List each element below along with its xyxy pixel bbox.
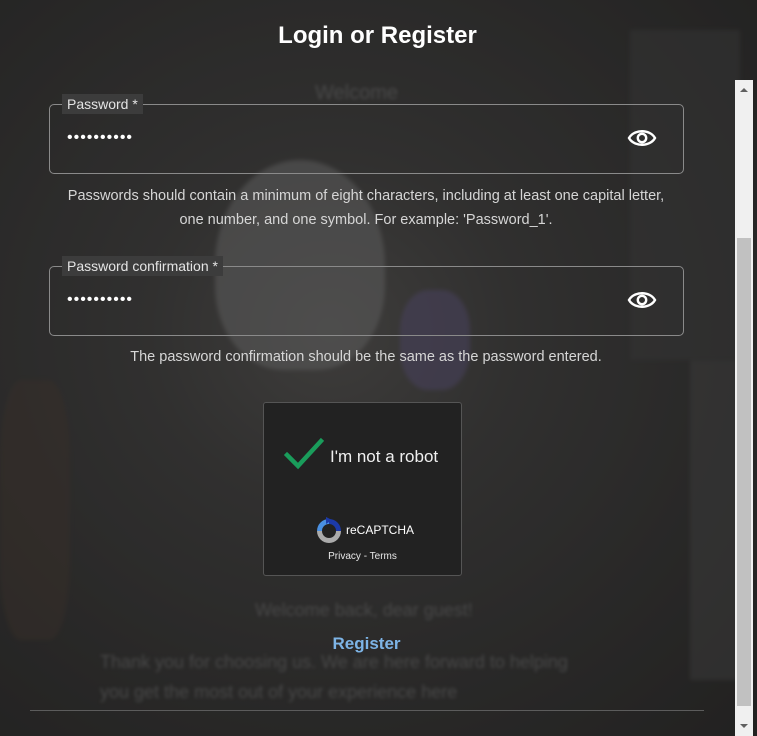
recaptcha-widget: I'm not a robot reCAPTCHA Privacy - Term… [263,402,462,576]
password-hint: Passwords should contain a minimum of ei… [67,188,665,228]
password-confirmation-hint: The password confirmation should be the … [130,349,602,365]
password-value[interactable]: •••••••••• [67,129,133,147]
eye-icon[interactable] [627,126,657,150]
password-confirmation-value[interactable]: •••••••••• [67,291,133,309]
recaptcha-privacy-terms-link[interactable]: Privacy - Terms [264,551,461,562]
scrollbar[interactable] [735,80,753,736]
register-button[interactable]: Register [0,634,733,654]
checkmark-icon[interactable] [284,437,324,471]
scroll-up-arrow-icon[interactable] [735,82,753,98]
scrollbar-thumb[interactable] [737,238,751,706]
password-field[interactable]: Password * •••••••••• [49,94,684,174]
password-confirmation-field[interactable]: Password confirmation * •••••••••• [49,256,684,336]
recaptcha-label: I'm not a robot [330,447,439,466]
divider [30,710,704,711]
password-label: Password * [62,94,143,114]
login-register-modal: Login or Register Password * •••••••••• … [0,0,736,736]
scroll-down-arrow-icon[interactable] [735,718,753,734]
recaptcha-logo-icon [317,517,341,543]
eye-icon[interactable] [627,288,657,312]
password-confirmation-label: Password confirmation * [62,256,223,276]
recaptcha-brand: reCAPTCHA [346,523,415,537]
modal-title: Login or Register [278,22,477,49]
